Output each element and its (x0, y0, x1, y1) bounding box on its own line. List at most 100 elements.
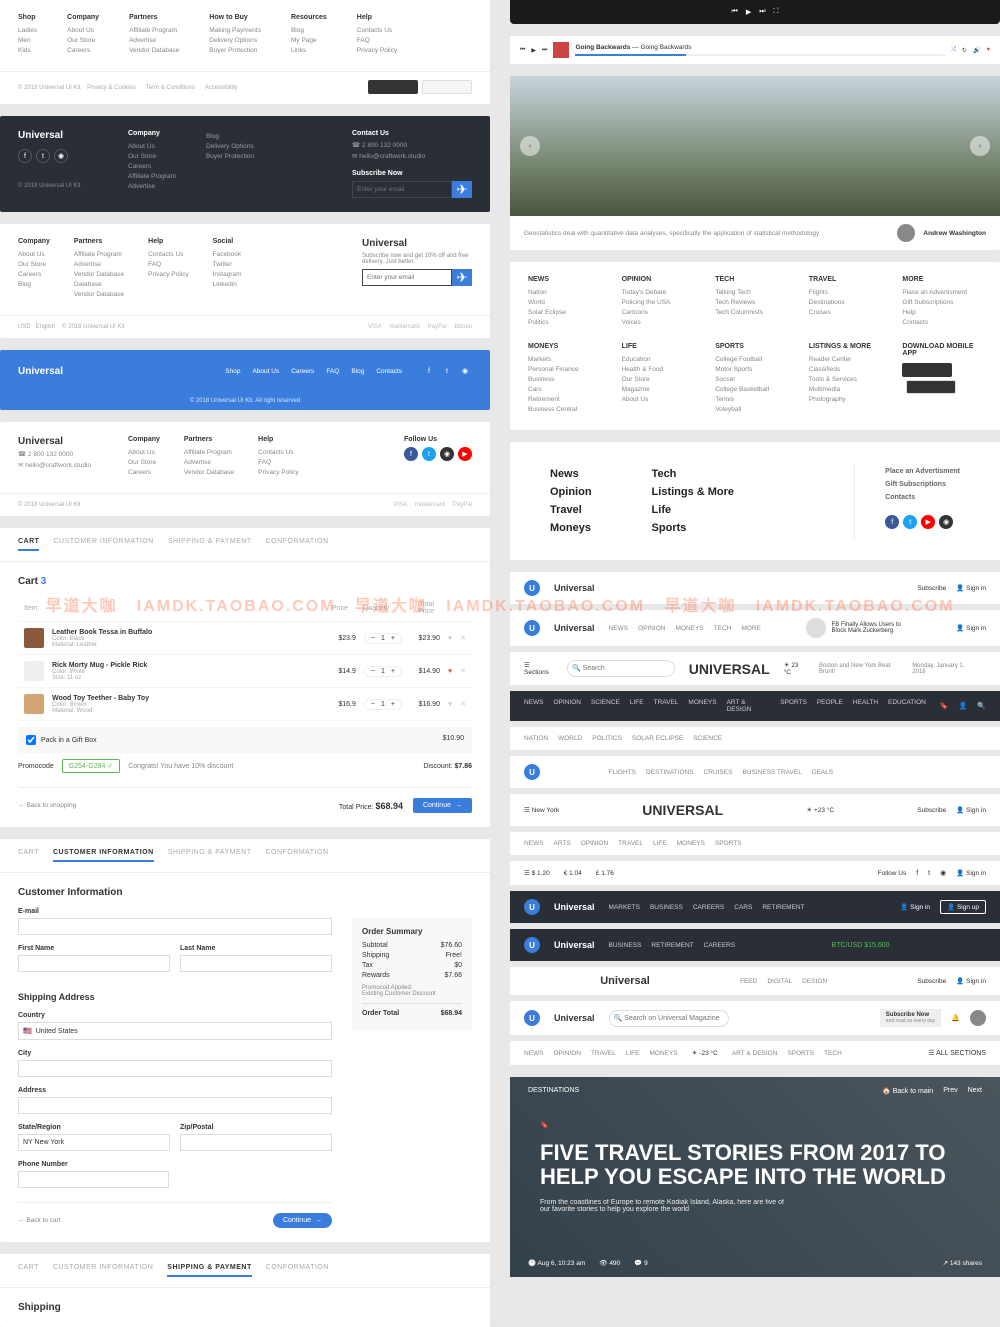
footer-link[interactable]: Vendor Database (129, 47, 179, 54)
checkout-tab[interactable]: CART (18, 1264, 39, 1277)
nav-item[interactable]: OPINION (638, 625, 665, 632)
footer-link[interactable]: Delivery Options (206, 143, 254, 150)
play-icon[interactable]: ▶ (746, 8, 751, 16)
appstore-badge[interactable] (368, 80, 418, 94)
logo[interactable]: U (524, 580, 540, 596)
nav-item[interactable]: SCIENCE (693, 735, 722, 742)
nav-item[interactable]: PEOPLE (817, 699, 843, 713)
nav-item[interactable]: NEWS (524, 699, 544, 713)
footer-link[interactable]: Vendor Database (74, 271, 124, 278)
footer-link[interactable]: Magazine (622, 386, 702, 393)
footer-link[interactable]: World (528, 299, 608, 306)
footer-link[interactable]: Ladies (18, 27, 37, 34)
logo[interactable]: U (524, 937, 540, 953)
next-arrow[interactable]: › (970, 136, 990, 156)
nav-item[interactable]: SPORTS (780, 699, 807, 713)
nav-item[interactable]: NEWS (609, 625, 629, 632)
remove-icon[interactable]: ✕ (460, 700, 466, 708)
checkout-tab[interactable]: CUSTOMER INFORMATION (53, 849, 154, 862)
nav-item[interactable]: MONEYS (675, 625, 703, 632)
nav-action[interactable]: 👤 Sign up (940, 900, 986, 914)
footer-link[interactable]: About Us (67, 27, 99, 34)
footer-link[interactable]: Our Store (67, 37, 99, 44)
footer-link[interactable]: Education (622, 356, 702, 363)
nav-item[interactable]: SCIENCE (591, 699, 620, 713)
nav-left[interactable]: ☰ New York (524, 806, 559, 814)
footer-link[interactable]: FAQ (258, 459, 298, 466)
footer-link[interactable]: Advertise (74, 261, 124, 268)
nav-item[interactable]: ART & DESIGN (732, 1050, 778, 1057)
side-link[interactable]: Place an Advertisment (885, 468, 960, 475)
footer-link[interactable]: Our Store (18, 261, 50, 268)
nav-item[interactable]: TECH (824, 1050, 842, 1057)
quick-link[interactable]: News (550, 468, 592, 480)
nav-item[interactable]: POLITICS (592, 735, 622, 742)
logo[interactable]: U (524, 899, 540, 915)
nav-item[interactable]: SPORTS (715, 840, 742, 847)
phone-link[interactable]: ☎ 2 800 132 0000 (18, 450, 98, 458)
footer-link[interactable]: Markets (528, 356, 608, 363)
footer-link[interactable]: Our Store (622, 376, 702, 383)
gift-checkbox[interactable] (26, 735, 36, 745)
nav-action[interactable]: Subscribe (917, 585, 946, 592)
quick-link[interactable]: Opinion (550, 486, 592, 498)
back-link[interactable]: ← Back to cart (18, 1217, 61, 1224)
checkout-tab[interactable]: SHIPPING & PAYMENT (167, 1264, 251, 1277)
email-link[interactable]: ✉ hello@craftwork.studio (18, 461, 98, 469)
footer-link[interactable]: Tools & Services (809, 376, 889, 383)
subscribe-input[interactable] (352, 181, 452, 198)
side-link[interactable]: Contacts (885, 494, 960, 501)
search-input[interactable] (609, 1010, 729, 1027)
quick-link[interactable]: Listings & More (652, 486, 735, 498)
nav-item[interactable]: OPINION (581, 840, 608, 847)
address-input[interactable] (18, 1097, 332, 1114)
footer-link[interactable]: Photography (809, 396, 889, 403)
nav-item[interactable]: Digital (767, 978, 792, 985)
footer-link[interactable]: FAQ (357, 37, 397, 44)
email-link[interactable]: ✉ hello@craftwork.studio (352, 152, 472, 160)
nav-item[interactable]: LIFE (653, 840, 667, 847)
footer-link[interactable]: Cartoons (622, 309, 702, 316)
twitter-icon[interactable]: t (440, 364, 454, 378)
footer-link[interactable]: Tech Reviews (715, 299, 795, 306)
footer-link[interactable]: Personal Finance (528, 366, 608, 373)
footer-link[interactable]: Kids (18, 47, 37, 54)
nav-link[interactable]: About Us (252, 368, 279, 375)
heart-icon[interactable]: ♥ (986, 47, 990, 53)
nav-action[interactable]: 👤 Sign in (956, 806, 986, 814)
phone-input[interactable] (18, 1171, 169, 1188)
currency-select[interactable]: USD (18, 324, 31, 330)
nav-item[interactable]: LIFE (630, 699, 644, 713)
nav-item[interactable]: TRAVEL (591, 1050, 616, 1057)
footer-link[interactable]: About Us (622, 396, 702, 403)
footer-link[interactable]: Buyer Protection (206, 153, 254, 160)
footer-link[interactable]: About Us (18, 251, 50, 258)
footer-link[interactable]: Nation (528, 289, 608, 296)
nav-item[interactable]: OPINION (554, 699, 581, 713)
youtube-icon[interactable]: ▶ (458, 447, 472, 461)
nav-item[interactable]: NEWS (524, 840, 544, 847)
nav-item[interactable]: ARTS (554, 840, 571, 847)
footer-link[interactable]: Tech Columnists (715, 309, 795, 316)
twitter-icon[interactable]: t (928, 870, 930, 877)
footer-link[interactable]: Twitter (213, 261, 242, 268)
prev-arrow[interactable]: ‹ (520, 136, 540, 156)
nav-item[interactable]: CARS (734, 904, 752, 911)
footer-link[interactable]: Help (902, 309, 982, 316)
footer-link[interactable]: Business (528, 376, 608, 383)
youtube-icon[interactable]: ▶ (921, 515, 935, 529)
firstname-input[interactable] (18, 955, 170, 972)
footer-link[interactable]: Delivery Options (209, 37, 261, 44)
footer-link[interactable]: Classifieds (809, 366, 889, 373)
nav-link[interactable]: Contacts (376, 368, 402, 375)
heart-icon[interactable]: ♥ (448, 668, 452, 675)
footer-link[interactable]: Business Central (528, 406, 608, 413)
nav-item[interactable]: MARKETS (609, 904, 640, 911)
back-link[interactable]: ← Back to shopping (18, 802, 76, 809)
footer-link[interactable]: Instagram (213, 271, 242, 278)
facebook-icon[interactable]: f (404, 447, 418, 461)
nav-action[interactable]: 👤 Sign in (956, 584, 986, 592)
footer-link[interactable]: Contacts (902, 319, 982, 326)
nav-item[interactable]: Business Travel (742, 769, 801, 776)
nav-action[interactable]: 👤 Sign in (956, 977, 986, 985)
